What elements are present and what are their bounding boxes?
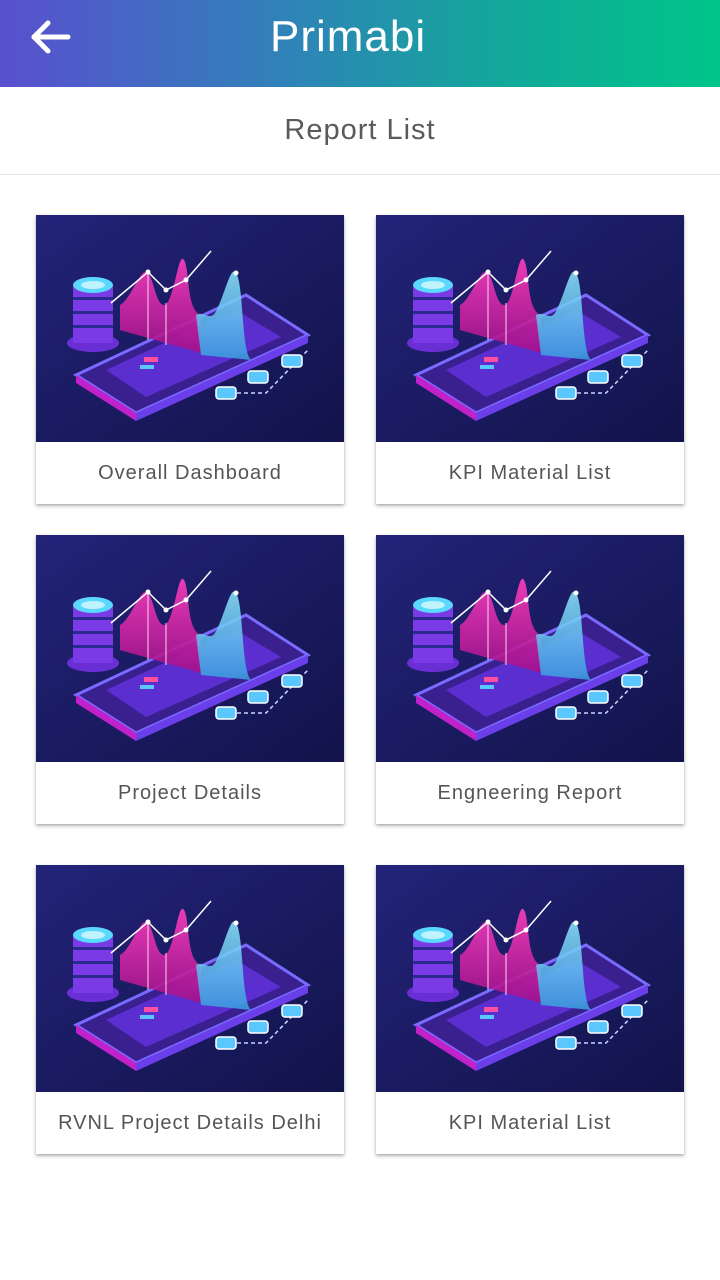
app-logo: Primabi [270,12,427,61]
back-button[interactable] [22,14,78,60]
report-card-rvnl-project-details-delhi[interactable]: RVNL Project Details Delhi [36,865,344,1154]
report-card-engineering-report[interactable]: Engneering Report [376,535,684,824]
report-thumbnail-image [376,535,684,762]
arrow-left-icon [31,20,71,54]
report-card-label: KPI Material List [448,1112,612,1134]
report-thumbnail-image [376,865,684,1092]
report-card-label: KPI Material List [448,462,612,484]
report-card-label: RVNL Project Details Delhi [58,1112,322,1134]
report-card-kpi-material-list[interactable]: KPI Material List [376,215,684,504]
report-card-overall-dashboard[interactable]: Overall Dashboard [36,215,344,504]
report-card-kpi-material-list-2[interactable]: KPI Material List [376,865,684,1154]
report-card-label: Project Details [118,782,262,804]
page-title-bar: Report List [0,87,720,175]
app-header: Primabi [0,0,720,87]
report-card-label: Overall Dashboard [98,462,282,484]
report-card-label: Engneering Report [437,782,623,804]
report-card-project-details[interactable]: Project Details [36,535,344,824]
page-title: Report List [284,114,436,146]
report-thumbnail-image [36,865,344,1092]
report-thumbnail-image [36,215,344,442]
report-thumbnail-image [376,215,684,442]
report-thumbnail-image [36,535,344,762]
